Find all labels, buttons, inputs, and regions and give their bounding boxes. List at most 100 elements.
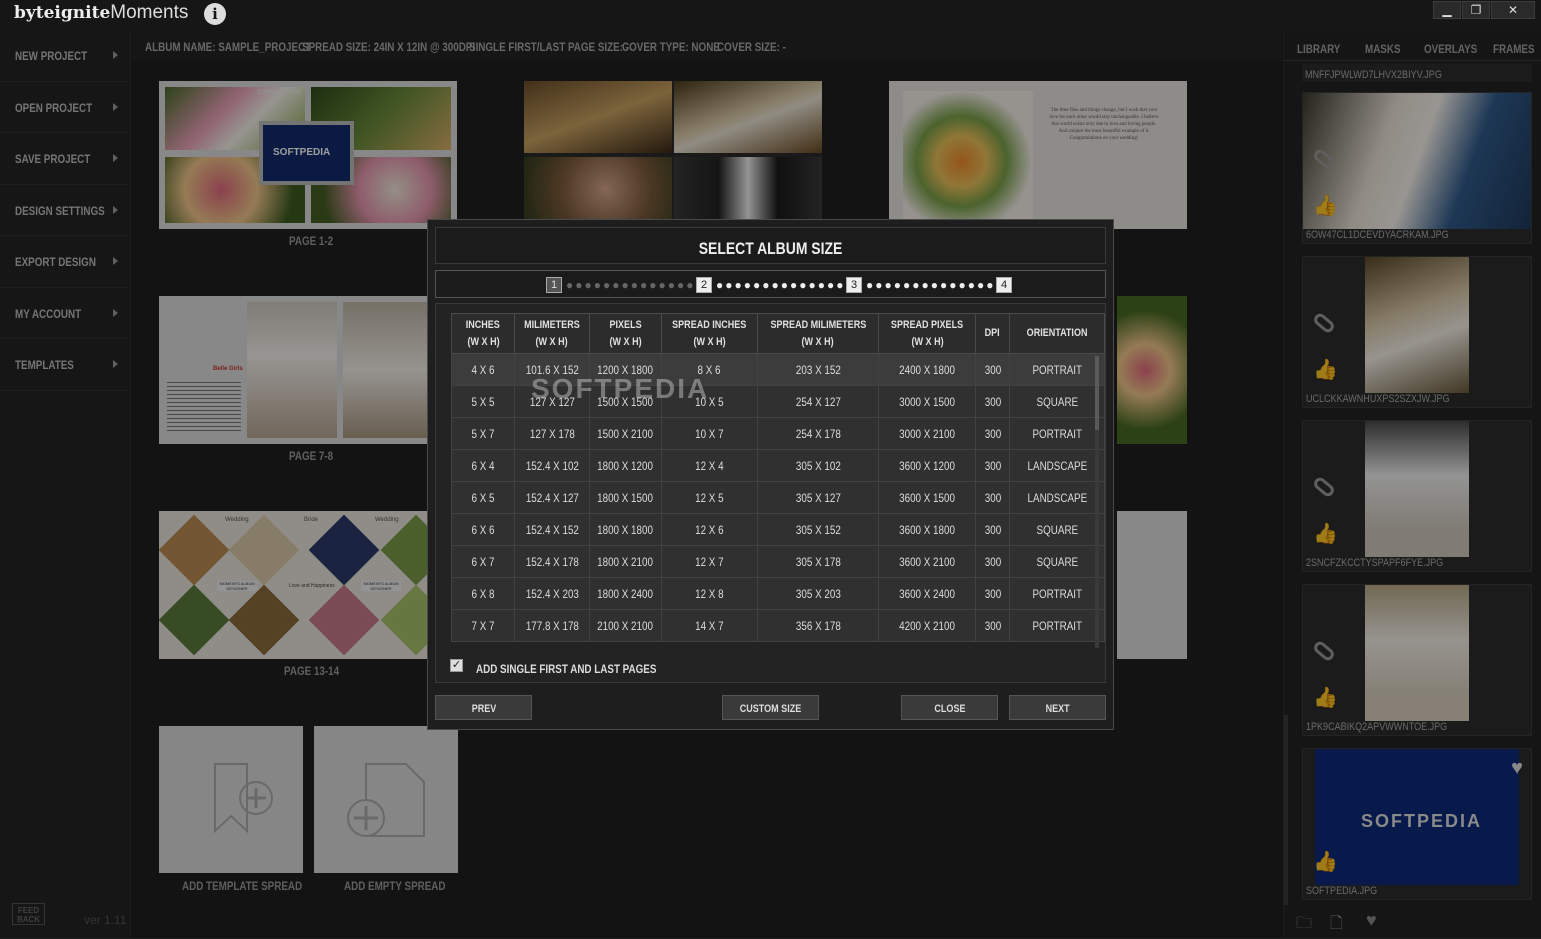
table-cell: 300	[974, 481, 1011, 514]
table-row[interactable]: 6 X 6 152.4 X 152 1800 X 1800 12 X 6 305 X 1…	[450, 513, 1105, 546]
prev-button[interactable]: PREV	[435, 695, 532, 720]
maximize-button[interactable]: ❐	[1462, 1, 1490, 19]
library-item[interactable]: 👍 UCLCKKAWNHUXPS2SZXJW.JPG	[1302, 256, 1532, 408]
thumbs-up-icon[interactable]: 👍	[1313, 521, 1338, 546]
link-icon[interactable]	[1311, 639, 1337, 663]
library-item[interactable]: MNFFJPWLWD7LHVX2BIYV.JPG	[1302, 64, 1532, 82]
table-row[interactable]: 6 X 7 152.4 X 178 1800 X 2100 12 X 7 305 X 1…	[450, 545, 1105, 578]
link-icon[interactable]	[1311, 475, 1337, 499]
spread-thumbnail[interactable]: Belle Girls	[159, 296, 457, 444]
favorites-heart-icon[interactable]: ♥	[1366, 910, 1377, 931]
spread-thumbnail[interactable]: Wedding Bride Wedding MOMENTS ALBUM DESI…	[159, 511, 457, 659]
table-row[interactable]: 6 X 8 152.4 X 203 1800 X 2400 12 X 8 305 X 2…	[450, 577, 1105, 610]
add-template-spread-button[interactable]	[159, 726, 303, 873]
spread-thumbnail[interactable]	[524, 81, 822, 229]
spread-thumbnail[interactable]	[1117, 296, 1187, 444]
sidebar-item-open-project[interactable]: OPEN PROJECT	[0, 82, 130, 133]
thumbs-up-icon[interactable]: 👍	[1313, 849, 1338, 874]
close-button[interactable]: CLOSE	[901, 695, 998, 720]
table-cell: 152.4 X 203	[514, 577, 590, 610]
dialog-header: SELECT ALBUM SIZE	[435, 227, 1106, 264]
table-header-row: INCHES (W X H) MILIMETERS (W X H) PIXELS (W…	[450, 313, 1105, 354]
table-row[interactable]: 7 X 7 177.8 X 178 2100 X 2100 14 X 7 356 X 1…	[450, 609, 1105, 642]
add-template-label: ADD TEMPLATE SPREAD	[182, 879, 303, 893]
library-item[interactable]: SOFTPEDIA ♥ 👍 SOFTPEDIA.JPG	[1302, 748, 1532, 900]
sidebar-item-design-settings[interactable]: DESIGN SETTINGS	[0, 185, 130, 236]
table-row[interactable]: 6 X 5 152.4 X 127 1800 X 1500 12 X 5 305 X 1…	[450, 481, 1105, 514]
photo	[1365, 421, 1469, 557]
dialog-title: SELECT ALBUM SIZE	[698, 239, 843, 258]
single-pages-checkbox[interactable]: ✓	[450, 659, 463, 672]
info-icon[interactable]: i	[204, 3, 226, 25]
sidebar-item-my-account[interactable]: MY ACCOUNT	[0, 288, 130, 339]
table-cell: 305 X 102	[756, 449, 880, 482]
spread-thumbnail[interactable]: The time flies and things change, but I …	[889, 81, 1187, 229]
table-cell: 6 X 4	[450, 449, 516, 482]
table-cell: 6 X 6	[450, 513, 516, 546]
table-cell: 152.4 X 178	[514, 545, 590, 578]
spread-thumbnail[interactable]	[1117, 511, 1187, 659]
sidebar-item-new-project[interactable]: NEW PROJECT	[0, 30, 130, 82]
table-cell: 1800 X 1500	[588, 481, 663, 514]
photo	[228, 514, 300, 586]
library-item[interactable]: 👍 2SNCFZKCCTYSPAPF6FYE.JPG	[1302, 420, 1532, 572]
heart-icon[interactable]: ♥	[1511, 757, 1523, 780]
table-cell: PORTRAIT	[1009, 577, 1105, 610]
spread-tag: Wedding	[375, 517, 399, 523]
close-window-button[interactable]: ✕	[1491, 1, 1535, 19]
spread-label: PAGE 1-2	[289, 234, 334, 248]
table-cell: 3600 X 1500	[878, 481, 976, 514]
add-empty-spread-button[interactable]	[314, 726, 458, 873]
photo	[247, 302, 337, 438]
table-cell: 300	[974, 385, 1011, 418]
import-folder-icon[interactable]: 🗀	[1296, 912, 1312, 939]
chevron-right-icon	[113, 308, 118, 317]
custom-size-button[interactable]: CUSTOM SIZE	[722, 695, 819, 720]
step-2: 2	[696, 277, 712, 293]
tab-masks[interactable]: MASKS	[1365, 40, 1408, 58]
table-cell: 300	[974, 577, 1011, 610]
table-scrollbar-thumb[interactable]	[1095, 356, 1099, 430]
tab-overlays[interactable]: OVERLAYS	[1424, 40, 1489, 58]
step-dots: ●●●●●●●●●●●●●●	[716, 278, 846, 292]
column-header: SPREAD MILIMETERS (W X H)	[756, 313, 880, 354]
right-panel-scrollbar[interactable]	[1284, 715, 1288, 905]
library-item[interactable]: 👍 6OW47CL1DCEVDYACRKAM.JPG	[1302, 92, 1532, 244]
table-row[interactable]: 5 X 7 127 X 178 1500 X 2100 10 X 7 254 X 178…	[450, 417, 1105, 450]
photo	[228, 584, 300, 656]
next-button[interactable]: NEXT	[1009, 695, 1106, 720]
thumbs-up-icon[interactable]: 👍	[1313, 357, 1338, 382]
project-info-bar: ALBUM NAME: SAMPLE_PROJECT SPREAD SIZE: …	[132, 30, 1282, 61]
library-item[interactable]: 👍 1PK9CABIKQ2APVWWNTOE.JPG	[1302, 584, 1532, 736]
cover-type-label: COVER TYPE: NONE	[622, 40, 720, 54]
cover-size-label: COVER SIZE: -	[717, 40, 786, 54]
table-cell: 3000 X 2100	[878, 417, 976, 450]
tab-frames[interactable]: FRAMES	[1493, 40, 1541, 58]
step-dots: ●●●●●●●●●●●●●●	[866, 278, 996, 292]
thumbs-up-icon[interactable]: 👍	[1313, 193, 1338, 218]
spread-thumbnail[interactable]: SOFTPEDIA Softpedia Test	[159, 81, 457, 229]
sidebar-item-export-design[interactable]: EXPORT DESIGN	[0, 236, 130, 288]
feedback-button[interactable]: FEED BACK	[12, 903, 45, 925]
sidebar-item-save-project[interactable]: SAVE PROJECT	[0, 133, 130, 185]
text-block	[167, 382, 241, 432]
chevron-right-icon	[113, 51, 118, 59]
table-cell: SQUARE	[1009, 545, 1105, 578]
link-icon[interactable]	[1311, 311, 1337, 335]
sidebar-item-label: TEMPLATES	[15, 358, 74, 372]
thumbs-up-icon[interactable]: 👍	[1313, 685, 1338, 710]
sidebar-item-templates[interactable]: TEMPLATES	[0, 339, 130, 391]
tab-library[interactable]: LIBRARY	[1297, 40, 1350, 58]
table-row[interactable]: 6 X 4 152.4 X 102 1800 X 1200 12 X 4 305 X 1…	[450, 449, 1105, 482]
table-cell: SQUARE	[1009, 385, 1105, 418]
library-item-name: UCLCKKAWNHUXPS2SZXJW.JPG	[1306, 393, 1450, 405]
table-cell: 300	[974, 417, 1011, 450]
table-cell: 177.8 X 178	[514, 609, 590, 642]
table-cell: SQUARE	[1009, 513, 1105, 546]
step-3: 3	[846, 277, 862, 293]
minimize-button[interactable]: ▁	[1433, 1, 1461, 19]
table-cell: 1800 X 2400	[588, 577, 663, 610]
import-file-icon[interactable]: 🗋	[1330, 912, 1343, 939]
photo	[159, 584, 230, 656]
add-template-icon	[214, 763, 273, 834]
